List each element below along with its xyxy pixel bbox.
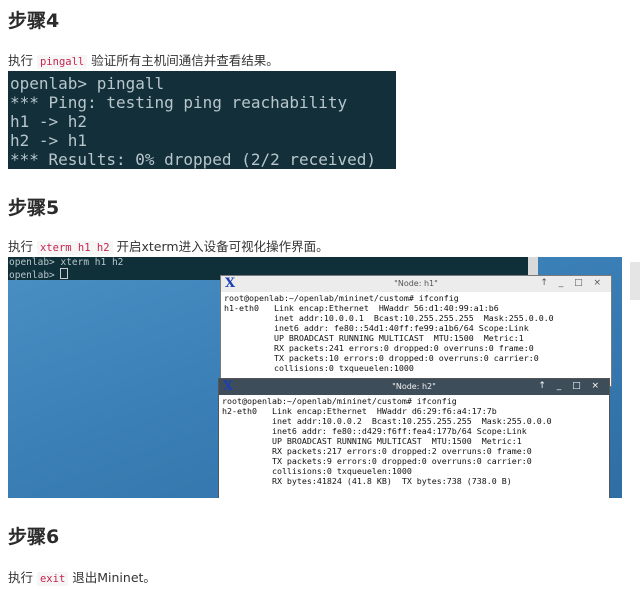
xterm-titlebar-h2: X "Node: h2" ↑ _ □ × (219, 379, 609, 395)
terminal-line: *** Ping: testing ping reachability (10, 93, 348, 112)
step5-heading: 步骤5 (8, 197, 60, 219)
window-controls-icon: ↑ _ □ × (540, 278, 605, 288)
page-scrollbar (630, 262, 640, 300)
terminal-screenshot-pingall: openlab> pingall *** Ping: testing ping … (8, 71, 396, 169)
xterm-window-h1: X "Node: h1" ↑ _ □ × root@openlab:~/open… (220, 275, 612, 387)
cursor-icon (60, 268, 69, 279)
xterm-logo-icon: X (223, 379, 234, 394)
inline-code-pingall: pingall (36, 55, 88, 69)
inline-code-exit: exit (36, 572, 69, 586)
window-controls-icon: ↑ _ □ × (538, 381, 603, 391)
step6-heading: 步骤6 (8, 526, 60, 548)
step6-instruction: 执行 exit 退出Mininet。 (8, 570, 156, 586)
xterm-window-h2: X "Node: h2" ↑ _ □ × root@openlab:~/open… (218, 378, 610, 498)
step4-heading: 步骤4 (8, 10, 60, 32)
step4-instruction: 执行 pingall 验证所有主机间通信并查看结果。 (8, 53, 279, 69)
inline-code-xterm: xterm h1 h2 (36, 241, 113, 255)
xterm-logo-icon: X (225, 276, 236, 291)
xterm-output-h2: root@openlab:~/openlab/mininet/custom# i… (222, 396, 552, 486)
step5-instruction: 执行 xterm h1 h2 开启xterm进入设备可视化操作界面。 (8, 239, 329, 255)
terminal-line: openlab> pingall (10, 74, 165, 93)
xterm-output-h1: root@openlab:~/openlab/mininet/custom# i… (224, 293, 554, 373)
terminal-line: h1 -> h2 (10, 112, 88, 131)
terminal-line: *** Results: 0% dropped (2/2 received) (10, 150, 377, 169)
xterm-titlebar-h1: X "Node: h1" ↑ _ □ × (221, 276, 611, 292)
terminal-line: h2 -> h1 (10, 131, 88, 150)
desktop-screenshot-xterm: openlab> xterm h1 h2 openlab> X "Node: h… (8, 257, 622, 498)
